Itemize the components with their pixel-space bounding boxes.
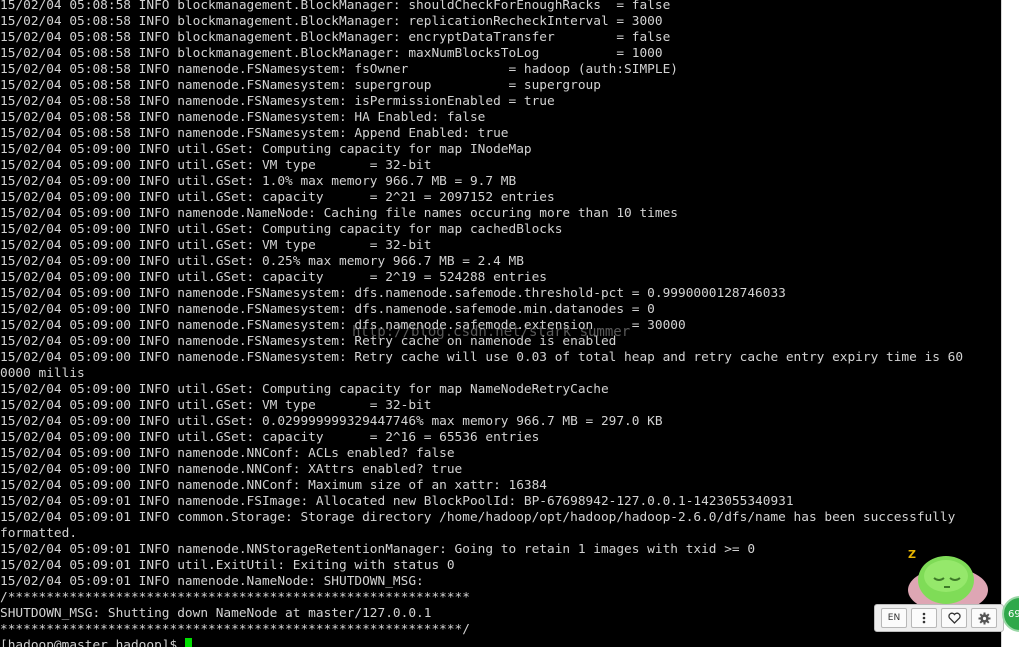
gear-icon (978, 612, 990, 624)
settings-button[interactable] (971, 608, 997, 628)
terminal-line: 15/02/04 05:08:58 INFO blockmanagement.B… (0, 0, 671, 13)
terminal-line: 15/02/04 05:08:58 INFO blockmanagement.B… (0, 30, 671, 45)
sleeping-mascot-icon[interactable]: Z (904, 546, 988, 606)
terminal-line: 15/02/04 05:08:58 INFO blockmanagement.B… (0, 46, 663, 61)
terminal-line: 15/02/04 05:09:00 INFO util.GSet: Comput… (0, 142, 532, 157)
terminal-line: 15/02/04 05:09:00 INFO util.GSet: Comput… (0, 222, 563, 237)
terminal-line: 0000 millis (0, 366, 85, 381)
terminal-line: 15/02/04 05:09:00 INFO namenode.NNConf: … (0, 462, 463, 477)
more-button[interactable] (911, 608, 937, 628)
terminal-line: 15/02/04 05:09:00 INFO namenode.NameNode… (0, 206, 678, 221)
terminal-cursor (184, 638, 192, 647)
terminal-line: 15/02/04 05:08:58 INFO namenode.FSNamesy… (0, 94, 555, 109)
terminal-line: formatted. (0, 526, 78, 541)
vertical-dots-icon (922, 612, 926, 624)
terminal-line: 15/02/04 05:08:58 INFO namenode.FSNamesy… (0, 110, 486, 125)
terminal-line: 15/02/04 05:09:00 INFO namenode.FSNamesy… (0, 350, 964, 365)
terminal-line: 15/02/04 05:09:01 INFO common.Storage: S… (0, 510, 956, 525)
floating-toolbar: EN (874, 604, 1004, 632)
terminal-line: 15/02/04 05:09:01 INFO namenode.NameNode… (0, 574, 424, 589)
speed-ball-value: 69 (1008, 608, 1019, 620)
heart-icon (947, 612, 961, 624)
terminal-window[interactable]: 15/02/04 05:08:58 INFO blockmanagement.B… (0, 0, 1001, 647)
terminal-line: /***************************************… (0, 590, 470, 605)
terminal-line: 15/02/04 05:09:00 INFO namenode.FSNamesy… (0, 302, 655, 317)
terminal-scrollbar[interactable] (1001, 0, 1019, 647)
language-label: EN (887, 613, 901, 623)
terminal-line: 15/02/04 05:09:00 INFO util.GSet: 0.0299… (0, 414, 663, 429)
terminal-line: 15/02/04 05:09:00 INFO util.GSet: capaci… (0, 190, 555, 205)
favorite-button[interactable] (941, 608, 967, 628)
mascot-sleep-z: Z (908, 548, 916, 561)
watermark-text: http://blog.csdn.net/stark_summer (352, 324, 631, 340)
terminal-line: 15/02/04 05:09:00 INFO util.GSet: capaci… (0, 270, 548, 285)
terminal-line: 15/02/04 05:09:00 INFO util.GSet: VM typ… (0, 158, 432, 173)
terminal-line: 15/02/04 05:09:01 INFO namenode.FSImage:… (0, 494, 794, 509)
terminal-line: 15/02/04 05:09:01 INFO util.ExitUtil: Ex… (0, 558, 455, 573)
terminal-line: 15/02/04 05:08:58 INFO namenode.FSNamesy… (0, 126, 509, 141)
terminal-line: 15/02/04 05:08:58 INFO namenode.FSNamesy… (0, 78, 601, 93)
terminal-line: 15/02/04 05:08:58 INFO namenode.FSNamesy… (0, 62, 678, 77)
terminal-line: 15/02/04 05:09:00 INFO util.GSet: 0.25% … (0, 254, 524, 269)
terminal-line: 15/02/04 05:09:01 INFO namenode.NNStorag… (0, 542, 756, 557)
shell-prompt: [hadoop@master hadoop]$ (0, 638, 185, 647)
terminal-line: 15/02/04 05:09:00 INFO namenode.FSNamesy… (0, 286, 786, 301)
terminal-line: 15/02/04 05:09:00 INFO util.GSet: 1.0% m… (0, 174, 517, 189)
terminal-line: 15/02/04 05:09:00 INFO namenode.NNConf: … (0, 446, 455, 461)
terminal-line: 15/02/04 05:09:00 INFO util.GSet: VM typ… (0, 398, 432, 413)
language-button[interactable]: EN (881, 608, 907, 628)
terminal-prompt-line[interactable]: [hadoop@master hadoop]$ (0, 638, 963, 647)
terminal-line: 15/02/04 05:08:58 INFO blockmanagement.B… (0, 14, 663, 29)
terminal-line: SHUTDOWN_MSG: Shutting down NameNode at … (0, 606, 432, 621)
terminal-line: 15/02/04 05:09:00 INFO util.GSet: VM typ… (0, 238, 432, 253)
terminal-line: 15/02/04 05:09:00 INFO util.GSet: capaci… (0, 430, 540, 445)
terminal-line: 15/02/04 05:09:00 INFO util.GSet: Comput… (0, 382, 609, 397)
terminal-line: 15/02/04 05:09:00 INFO namenode.NNConf: … (0, 478, 548, 493)
terminal-line: ****************************************… (0, 622, 470, 637)
